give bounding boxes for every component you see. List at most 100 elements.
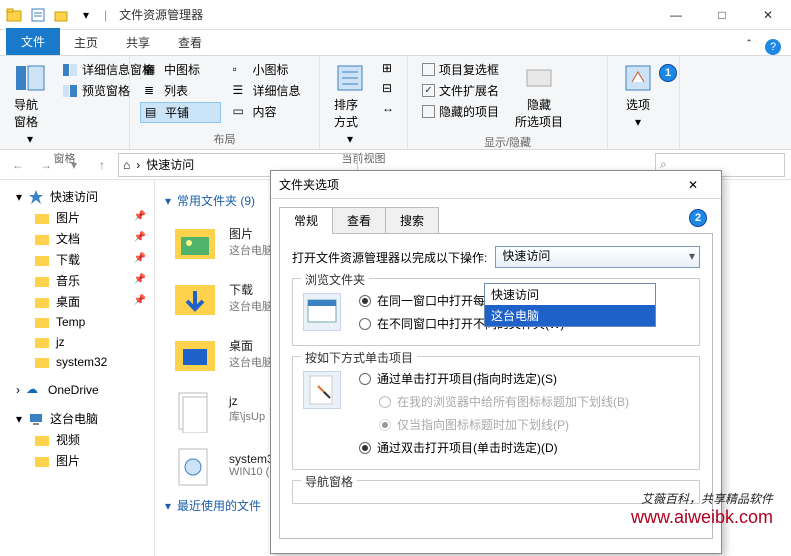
sidebar-onedrive[interactable]: ›☁OneDrive [0,380,154,400]
click-icon [303,371,341,409]
group-showhide-label: 显示/隐藏 [418,132,597,150]
chevron-down-icon: ▾ [635,115,641,129]
addcol-button[interactable]: ⊟ [378,80,402,98]
chevron-right-icon: › [136,158,140,172]
dialog-titlebar[interactable]: 文件夹选项 ✕ [271,171,721,199]
quick-access-toolbar: ▾ [0,5,100,25]
group-layout-label: 布局 [140,129,309,147]
radio-underline-all: 在我的浏览器中给所有图标标题加下划线(B) [303,390,689,413]
folder-options-dialog: 文件夹选项 ✕ 常规 查看 搜索 2 打开文件资源管理器以完成以下操作: 快速访… [270,170,722,554]
sort-button[interactable]: 排序方式▾ [330,60,370,148]
titlebar: ▾ | 文件资源管理器 — □ ✕ [0,0,791,30]
dropdown-option-quick[interactable]: 快速访问 [485,284,655,305]
window-controls: — □ ✕ [653,0,791,30]
sidebar-item-music[interactable]: 音乐📌 [0,270,154,291]
back-button[interactable]: ← [6,153,30,177]
tab-share[interactable]: 共享 [112,30,164,55]
ribbon-tabs: 文件 主页 共享 查看 ＾ ? [0,30,791,56]
open-explorer-label: 打开文件资源管理器以完成以下操作: [292,249,487,266]
tab-view2[interactable]: 查看 [332,207,386,234]
view-content[interactable]: ▭内容 [229,102,310,121]
view-small-icons[interactable]: ▫小图标 [229,60,310,79]
open-explorer-dropdown-list[interactable]: 快速访问 这台电脑 [484,283,656,327]
view-list[interactable]: ≣列表 [140,81,221,100]
browse-icon [303,293,341,331]
radio-underline-point: 仅当指向图标标题时加下划线(P) [303,413,689,436]
close-button[interactable]: ✕ [745,0,791,30]
chevron-up-icon[interactable]: ＾ [743,38,755,55]
tab-general[interactable]: 常规 [279,207,333,234]
recent-dropdown[interactable]: ▾ [62,153,86,177]
pin-icon: 📌 [134,232,146,243]
chevron-down-icon: ▾ [165,194,171,208]
sizecol-button[interactable]: ↔ [378,100,402,118]
radio-double-click[interactable]: 通过双击打开项目(单击时选定)(D) [303,436,689,459]
radio-single-click[interactable]: 通过单击打开项目(指向时选定)(S) [303,367,689,390]
sidebar-thispc[interactable]: ▾这台电脑 [0,408,154,429]
pin-icon: 📌 [134,295,146,306]
view-details[interactable]: ☰详细信息 [229,81,310,100]
dialog-title: 文件夹选项 [279,176,339,193]
maximize-button[interactable]: □ [699,0,745,30]
separator: | [104,8,107,22]
navpane-legend: 导航窗格 [301,473,357,490]
checkbox-hidden-items[interactable]: 隐藏的项目 [418,102,503,121]
sidebar-item-temp[interactable]: Temp [0,312,154,332]
pin-icon: 📌 [134,274,146,285]
chevron-down-icon: ▾ [27,132,33,146]
sidebar-item-pictures2[interactable]: 图片 [0,450,154,471]
chevron-down-icon: ▾ [16,190,22,204]
dialog-body: 打开文件资源管理器以完成以下操作: 快速访问 浏览文件夹 在同一窗口中打开每个文… [279,233,713,539]
home-icon: ⌂ [123,158,130,172]
options-button[interactable]: 选项▾ [618,60,658,131]
dialog-close-button[interactable]: ✕ [673,174,713,196]
click-legend: 按如下方式单击项目 [301,349,417,366]
sidebar-item-pictures[interactable]: 图片📌 [0,207,154,228]
sidebar-item-desktop[interactable]: 桌面📌 [0,291,154,312]
annotation-badge-1: 1 [659,64,677,82]
new-folder-icon[interactable] [52,5,72,25]
sidebar-quick-access[interactable]: ▾ 快速访问 [0,186,154,207]
tab-search[interactable]: 搜索 [385,207,439,234]
pin-icon: 📌 [134,211,146,222]
pin-icon: 📌 [134,253,146,264]
chevron-down-icon: ▾ [347,132,353,146]
help-icon[interactable]: ? [765,39,781,55]
ribbon-help: ＾ ? [743,38,791,55]
dropdown-option-thispc[interactable]: 这台电脑 [485,305,655,326]
nav-pane-group: 导航窗格 [292,480,700,504]
view-medium-icons[interactable]: ▦中图标 [140,60,221,79]
nav-tree[interactable]: ▾ 快速访问 图片📌 文档📌 下载📌 音乐📌 桌面📌 Temp jz syste… [0,180,155,556]
tab-file[interactable]: 文件 [6,28,60,55]
click-items-group: 按如下方式单击项目 通过单击打开项目(指向时选定)(S) 在我的浏览器中给所有图… [292,356,700,470]
breadcrumb-location[interactable]: 快速访问 [146,156,194,173]
up-button[interactable]: ↑ [90,153,114,177]
sidebar-item-videos[interactable]: 视频 [0,429,154,450]
forward-button[interactable]: → [34,153,58,177]
checkbox-file-extensions[interactable]: 文件扩展名 [418,81,503,100]
checkbox-item-checkboxes[interactable]: 项目复选框 [418,60,503,79]
nav-pane-button[interactable]: 导航窗格 ▾ [10,60,50,148]
tab-view[interactable]: 查看 [164,30,216,55]
tab-home[interactable]: 主页 [60,30,112,55]
groupby-button[interactable]: ⊞ [378,60,402,78]
qat-dropdown-icon[interactable]: ▾ [76,5,96,25]
ribbon: 导航窗格 ▾ 详细信息窗格 预览窗格 窗格 ▦中图标 ≣列表 ▤平铺 ▫小图标 … [0,56,791,150]
open-explorer-select[interactable]: 快速访问 [495,246,700,268]
dialog-tabs: 常规 查看 搜索 2 [271,199,721,234]
sidebar-item-documents[interactable]: 文档📌 [0,228,154,249]
chevron-down-icon: ▾ [16,412,22,426]
minimize-button[interactable]: — [653,0,699,30]
properties-icon[interactable] [28,5,48,25]
window-title: 文件资源管理器 [119,6,203,23]
hide-selected-button[interactable]: 隐藏 所选项目 [511,60,567,132]
annotation-badge-2: 2 [689,209,707,227]
nav-pane-label: 导航窗格 [14,96,46,130]
chevron-down-icon: ▾ [165,499,171,513]
sidebar-item-downloads[interactable]: 下载📌 [0,249,154,270]
app-icon [4,5,24,25]
chevron-right-icon: › [16,383,20,397]
sidebar-item-system32[interactable]: system32 [0,352,154,372]
sidebar-item-jz[interactable]: jz [0,332,154,352]
view-tiles[interactable]: ▤平铺 [140,102,221,123]
